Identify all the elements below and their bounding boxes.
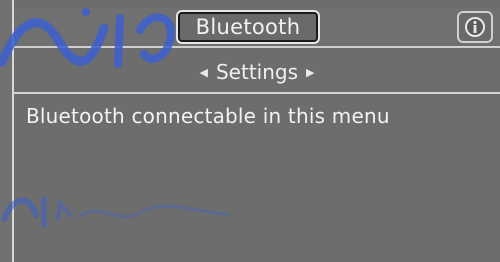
status-message: Bluetooth connectable in this menu <box>26 104 390 128</box>
display-screen: Bluetooth ◀ Settings ▶ Bluetooth connect… <box>0 0 500 262</box>
info-icon <box>464 16 486 38</box>
divider <box>14 92 500 94</box>
watermark-caption <box>1 196 230 228</box>
watermark-logo <box>0 8 175 68</box>
info-button[interactable] <box>457 11 493 43</box>
arrow-right-icon[interactable]: ▶ <box>306 67 314 78</box>
tab-bluetooth[interactable]: Bluetooth <box>176 10 320 44</box>
settings-nav-label: Settings <box>215 60 299 84</box>
arrow-left-icon[interactable]: ◀ <box>200 67 208 78</box>
tab-bluetooth-label: Bluetooth <box>195 15 301 39</box>
